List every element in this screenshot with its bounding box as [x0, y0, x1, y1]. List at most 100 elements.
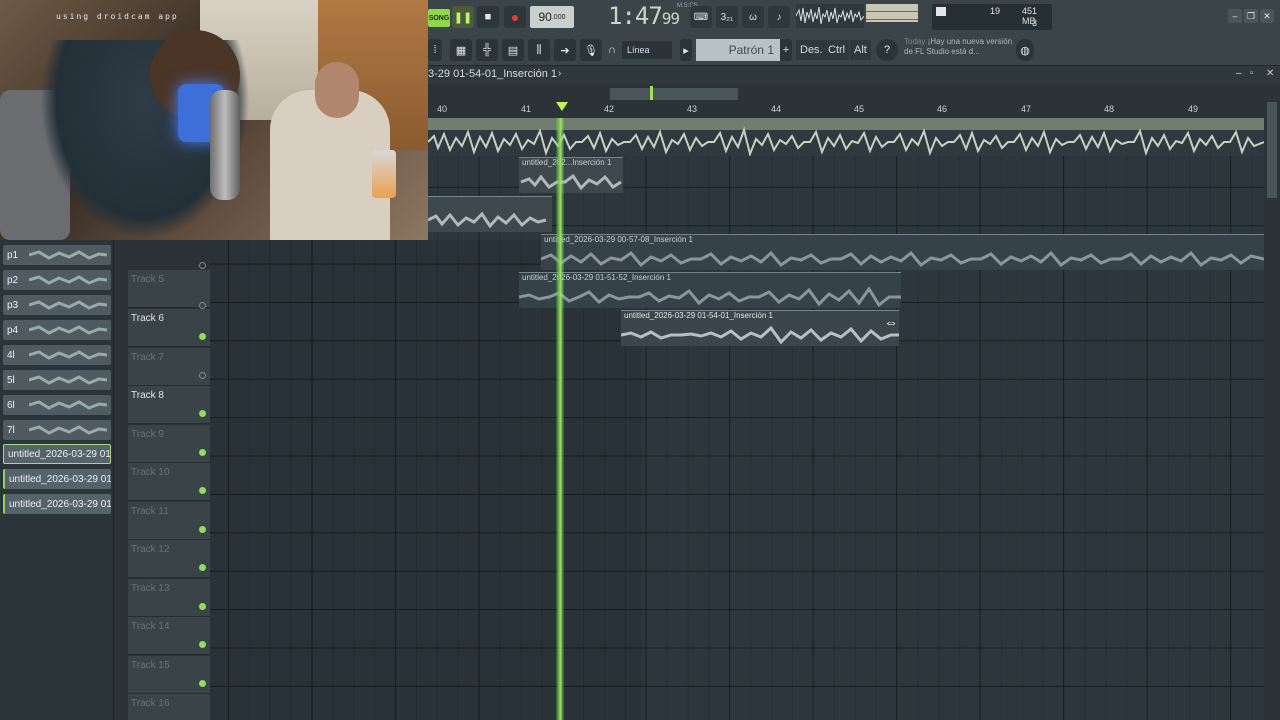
news-hint[interactable]: Today ¡Hay una nueva versión de FL Studi… — [904, 37, 1014, 63]
pattern-item-4l[interactable]: 4l — [3, 345, 111, 365]
minimize-button[interactable]: ‒ — [1228, 9, 1242, 23]
close-button[interactable]: ✕ — [1260, 9, 1274, 23]
typing-keyboard-icon[interactable]: ⌨ — [690, 6, 712, 28]
bar-number: 45 — [854, 104, 865, 114]
track-header[interactable]: Track 11 — [128, 502, 210, 540]
track-mute-led[interactable] — [199, 564, 206, 571]
transport-row: SONG ❚❚ ■ ● 90.000 1:4799 M:S:CS ⌨ 3₂₁ ω… — [428, 0, 1280, 34]
tempo-display[interactable]: 90.000 — [530, 6, 574, 28]
hint-help-icon[interactable]: ? — [876, 39, 898, 61]
song-mode-toggle[interactable]: SONG — [428, 9, 450, 27]
globe-icon[interactable]: ◍ — [1016, 39, 1034, 61]
key-ctrl-button[interactable]: Ctrl — [824, 40, 850, 60]
track-mute-led[interactable] — [199, 603, 206, 610]
countdown-icon[interactable]: 3₂₁ — [716, 6, 738, 28]
track-header[interactable]: Track 6 — [128, 302, 210, 347]
pattern-item-6l[interactable]: 6l — [3, 395, 111, 415]
breadcrumb-arrow-icon[interactable]: › — [558, 68, 561, 79]
metronome-icon[interactable]: ♪ — [768, 6, 790, 28]
pattern-item-p4[interactable]: p4 — [3, 320, 111, 340]
playlist-icon[interactable]: ▦ — [450, 39, 472, 61]
scroll-position-marker — [650, 86, 653, 100]
time-value: 1:47 — [608, 2, 663, 30]
track-mute-led[interactable] — [199, 262, 206, 269]
pause-button[interactable]: ❚❚ — [452, 6, 474, 28]
pause-icon: ❚❚ — [453, 11, 473, 24]
maximize-button[interactable]: ❐ — [1244, 9, 1258, 23]
clip-label: untitled_2026-03-29 01-51-52_Inserción 1 — [522, 273, 671, 282]
snap-select[interactable]: Línea — [622, 41, 672, 59]
add-pattern-button[interactable]: + — [780, 39, 792, 61]
cpu-memory-monitor[interactable]: 19 451 MB 3 — [932, 4, 1052, 30]
scroll-thumb[interactable] — [610, 88, 738, 100]
piano-roll-icon[interactable]: ╬ — [476, 39, 498, 61]
browser-arrow-icon[interactable]: ➔ — [554, 39, 576, 61]
key-alt-button[interactable]: Alt — [850, 40, 871, 60]
track-mute-led[interactable] — [199, 302, 206, 309]
audio-clip-item[interactable]: untitled_2026-03-29 01-... — [3, 444, 111, 464]
clip-waveform — [541, 250, 1264, 268]
audio-clip-track6-selected[interactable]: untitled_2026-03-29 01-54-01_Inserción 1 — [621, 310, 899, 346]
track-header[interactable]: Track 14 — [128, 617, 210, 655]
track-name: Track 16 — [131, 698, 170, 709]
track-mute-led[interactable] — [199, 641, 206, 648]
pattern-item-p3[interactable]: p3 — [3, 295, 111, 315]
record-button[interactable]: ● — [504, 6, 526, 28]
time-display[interactable]: 1:4799 — [608, 2, 686, 32]
pattern-preview — [29, 375, 107, 385]
track-header[interactable]: Track 13 — [128, 579, 210, 617]
track-mute-led[interactable] — [199, 680, 206, 687]
track-header[interactable]: Track 8 — [128, 386, 210, 424]
track-header[interactable]: Track 12 — [128, 540, 210, 578]
track-header[interactable]: Track 5 — [128, 262, 210, 308]
audio-clip-track5[interactable]: untitled_2026-03-29 01-51-52_Inserción 1 — [519, 272, 901, 308]
track-mute-led[interactable] — [199, 333, 206, 340]
track-header[interactable]: Track 9 — [128, 425, 210, 463]
track-header[interactable]: Track 10 — [128, 463, 210, 501]
track-header[interactable]: Track 15 — [128, 656, 210, 694]
audio-clip-track3[interactable] — [428, 196, 552, 232]
vertical-scroll-thumb[interactable] — [1267, 102, 1277, 198]
pattern-item-p1[interactable]: p1 — [3, 245, 111, 265]
playlist-maximize-icon[interactable]: ▫ — [1250, 68, 1254, 79]
track-mute-led[interactable] — [199, 487, 206, 494]
blend-notes-icon[interactable]: ω — [742, 6, 764, 28]
audio-clip-main[interactable] — [428, 118, 1264, 156]
track-header[interactable]: Track 7 — [128, 348, 210, 386]
stop-button[interactable]: ■ — [477, 6, 499, 28]
track-name: Track 15 — [131, 660, 170, 671]
playlist-minimize-icon[interactable]: ‒ — [1236, 68, 1242, 79]
pattern-item-7l[interactable]: 7l — [3, 420, 111, 440]
mixer-icon[interactable]: ⫼ — [528, 39, 550, 61]
drag-handle-icon[interactable]: ⁞ — [428, 39, 442, 61]
key-shift-button[interactable]: Des. — [796, 40, 827, 60]
timeline-ruler[interactable]: 40 41 42 43 44 45 46 47 48 49 — [428, 102, 1264, 118]
pattern-selector[interactable]: Patrón 1 — [696, 39, 780, 61]
audio-clip-track4[interactable]: untitled_2026-03-29 00-57-08_Inserción 1 — [541, 234, 1264, 270]
resize-cursor-icon: ⇔ — [884, 314, 898, 330]
track-mute-led[interactable] — [199, 526, 206, 533]
pattern-prev-icon[interactable]: ▸ — [680, 39, 692, 61]
playlist-close-icon[interactable]: ✕ — [1266, 68, 1274, 79]
track-mute-led[interactable] — [199, 410, 206, 417]
horizontal-scroll-overview[interactable] — [428, 84, 1280, 102]
hint-today: Today — [904, 37, 926, 46]
playhead-line[interactable] — [556, 118, 564, 720]
pattern-item-p2[interactable]: p2 — [3, 270, 111, 290]
channel-rack-icon[interactable]: ▤ — [502, 39, 524, 61]
playhead-marker[interactable] — [556, 102, 568, 111]
track-mute-led[interactable] — [199, 449, 206, 456]
audio-clip-track2[interactable]: untitled_202...Inserción 1 — [519, 157, 623, 193]
microphone-icon[interactable]: 🎙 — [580, 39, 602, 61]
pattern-item-5l[interactable]: 5l — [3, 370, 111, 390]
pattern-preview — [29, 300, 107, 310]
webcam-watermark: using droidcam app — [56, 12, 179, 21]
audio-clip-item[interactable]: untitled_2026-03-29 01-... — [3, 469, 111, 489]
vertical-scrollbar[interactable] — [1264, 84, 1280, 720]
magnet-icon[interactable]: ∩ — [606, 39, 618, 61]
track-header[interactable]: Track 16 — [128, 694, 210, 720]
pattern-preview — [29, 275, 107, 285]
audio-clip-item[interactable]: untitled_2026-03-29 01-... — [3, 494, 111, 514]
track-mute-led[interactable] — [199, 372, 206, 379]
time-fraction: 99 — [661, 9, 680, 28]
